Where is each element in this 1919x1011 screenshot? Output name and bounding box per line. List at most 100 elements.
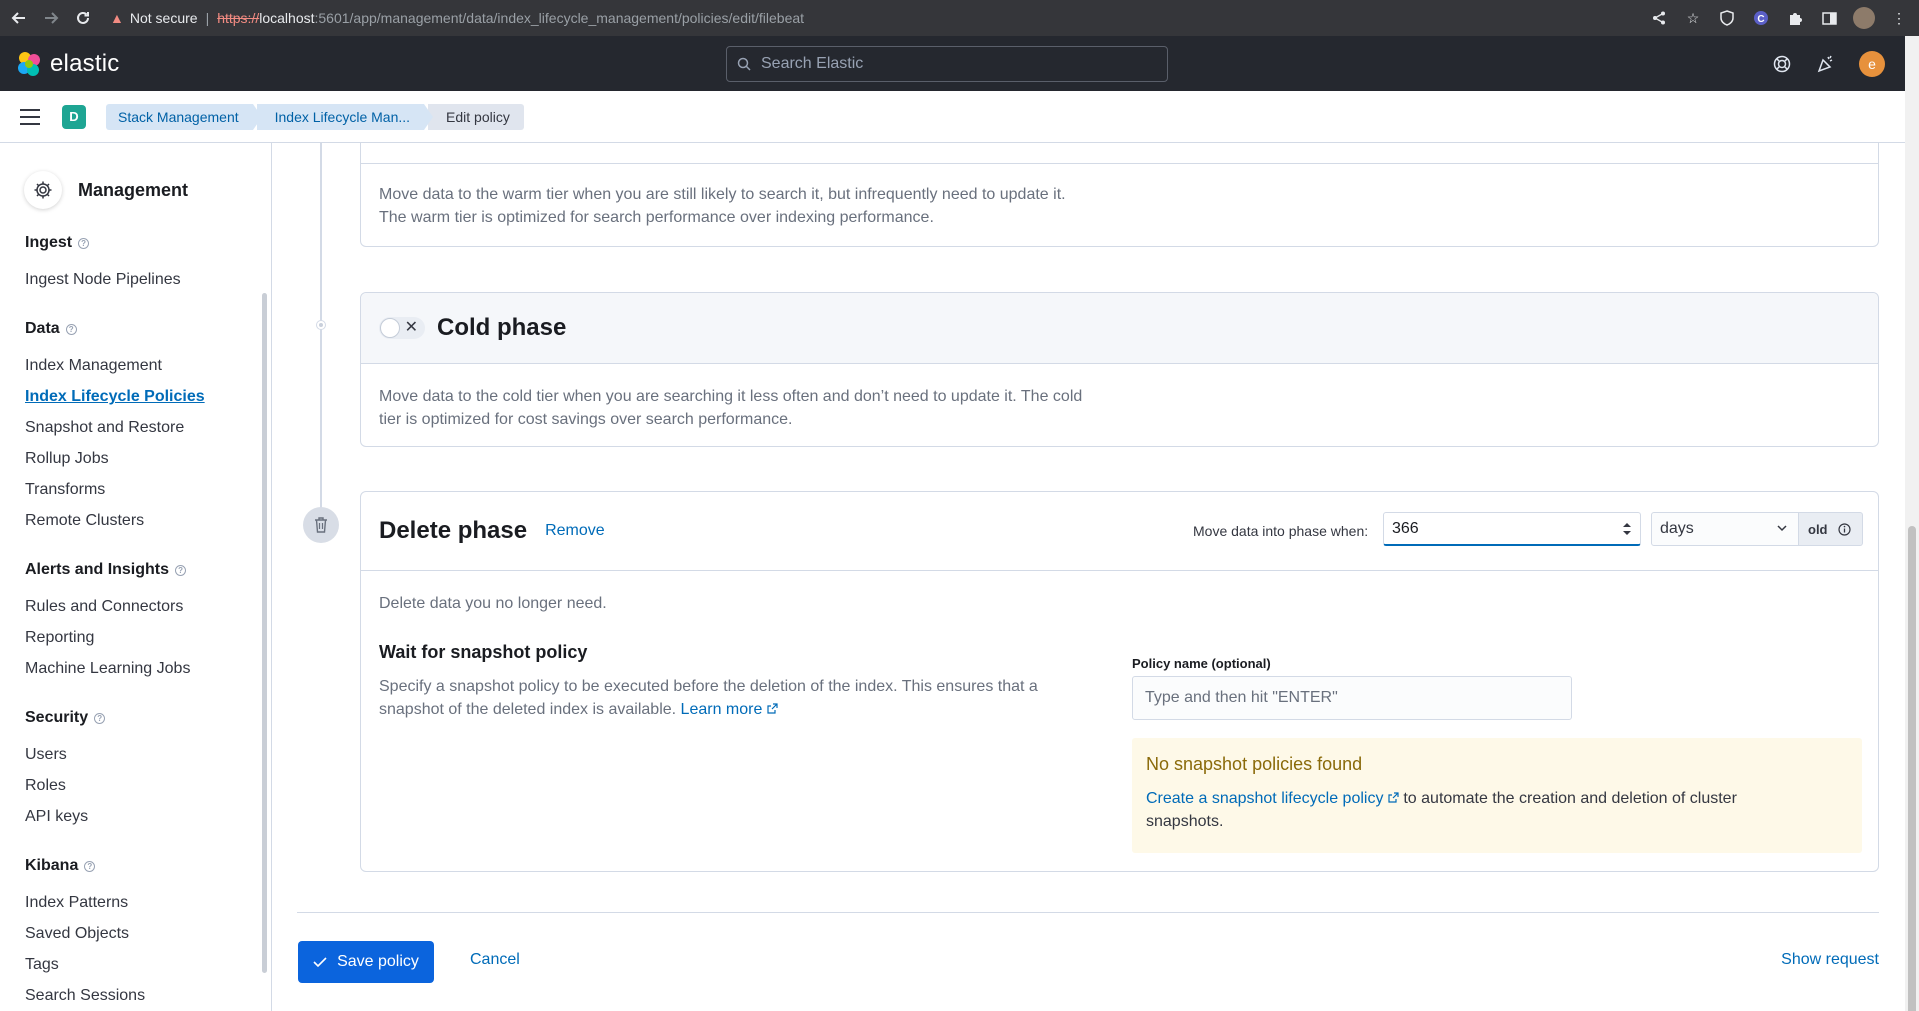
section-title-kibana: Kibana <box>25 857 79 874</box>
cold-phase-title: Cold phase <box>437 314 567 341</box>
global-search[interactable] <box>726 46 1168 82</box>
browser-profile-avatar[interactable] <box>1853 7 1875 29</box>
save-policy-button[interactable]: Save policy <box>298 941 434 983</box>
breadcrumb-stack-management[interactable]: Stack Management <box>106 103 262 130</box>
breadcrumb-bar: D Stack Management Index Lifecycle Man..… <box>0 91 1905 143</box>
search-input[interactable] <box>761 55 1141 73</box>
sidebar-scrollbar[interactable] <box>262 293 267 973</box>
wait-desc-line-2: snapshot of the deleted index is availab… <box>379 701 677 718</box>
unit-select-value: days <box>1660 520 1694 537</box>
elastic-logo-mark-icon <box>16 51 42 77</box>
callout-text: Create a snapshot lifecycle policy to au… <box>1146 787 1848 833</box>
address-bar[interactable]: ▲ Not secure | https:// localhost :5601/… <box>110 0 804 36</box>
sidebar-item-index-management[interactable]: Index Management <box>25 350 271 381</box>
url-scheme: https:// <box>217 10 260 26</box>
cold-phase-header: ✕ Cold phase <box>361 293 1878 364</box>
sidebar-section-alerts: Alerts and Insights? Rules and Connector… <box>25 560 271 684</box>
learn-more-link[interactable]: Learn more <box>681 701 778 718</box>
sidebar-item-saved-objects[interactable]: Saved Objects <box>25 918 271 949</box>
number-spinner-icon[interactable] <box>1622 521 1632 537</box>
warm-phase-panel: Move data to the warm tier when you are … <box>360 143 1879 247</box>
policy-name-label: Policy name (optional) <box>1132 656 1271 671</box>
user-avatar[interactable]: e <box>1859 50 1885 77</box>
back-arrow-icon[interactable] <box>6 5 32 31</box>
learn-more-label: Learn more <box>680 701 763 718</box>
breadcrumb-index-lifecycle[interactable]: Index Lifecycle Man... <box>256 103 434 130</box>
cold-phase-panel: ✕ Cold phase Move data to the cold tier … <box>360 292 1879 447</box>
shield-extension-icon[interactable] <box>1717 8 1737 28</box>
url-path: :5601/app/management/data/index_lifecycl… <box>314 10 805 26</box>
min-age-unit-select[interactable]: days <box>1651 512 1799 546</box>
forward-arrow-icon[interactable] <box>38 5 64 31</box>
toggle-knob <box>380 318 400 338</box>
cold-desc-line-2: tier is optimized for cost savings over … <box>379 411 793 428</box>
section-title-security: Security <box>25 709 89 726</box>
sidebar-item-snapshot-restore[interactable]: Snapshot and Restore <box>25 412 271 443</box>
page-scrollbar[interactable] <box>1905 36 1919 1011</box>
external-link-icon <box>767 703 778 714</box>
sidebar-item-index-patterns[interactable]: Index Patterns <box>25 887 271 918</box>
not-secure-label: Not secure <box>129 10 198 26</box>
timeline-line <box>320 143 322 523</box>
min-age-input[interactable] <box>1384 519 1604 538</box>
sidebar-item-reporting[interactable]: Reporting <box>25 622 271 653</box>
bookmark-star-icon[interactable]: ☆ <box>1683 8 1703 28</box>
newsfeed-cheer-icon[interactable] <box>1815 53 1837 75</box>
cold-desc-line-1: Move data to the cold tier when you are … <box>379 388 1083 405</box>
sidebar-title: Management <box>78 179 189 200</box>
warm-phase-description: Move data to the warm tier when you are … <box>379 183 1139 229</box>
warm-phase-header <box>361 143 1878 164</box>
help-icon: ? <box>175 564 187 576</box>
cold-phase-toggle[interactable]: ✕ <box>379 317 425 339</box>
reload-icon[interactable] <box>70 5 96 31</box>
share-icon[interactable] <box>1649 8 1669 28</box>
sidebar-item-index-lifecycle-policies[interactable]: Index Lifecycle Policies <box>25 381 271 412</box>
elastic-logo[interactable]: elastic <box>16 50 119 78</box>
sidebar-item-rollup-jobs[interactable]: Rollup Jobs <box>25 443 271 474</box>
old-append-label: old <box>1799 512 1863 546</box>
help-icon: ? <box>84 860 96 872</box>
help-icon: ? <box>78 237 90 249</box>
help-icon: ? <box>94 712 106 724</box>
space-avatar[interactable]: D <box>62 104 86 129</box>
sidebar-item-remote-clusters[interactable]: Remote Clusters <box>25 505 271 536</box>
old-label: old <box>1808 521 1828 537</box>
browser-toolbar: ▲ Not secure | https:// localhost :5601/… <box>0 0 1919 36</box>
search-icon <box>737 57 751 71</box>
policy-name-input[interactable] <box>1132 676 1572 720</box>
kebab-menu-icon[interactable]: ⋮ <box>1889 8 1909 28</box>
sidebar-item-transforms[interactable]: Transforms <box>25 474 271 505</box>
external-link-icon <box>1388 792 1399 803</box>
gear-icon <box>24 171 62 209</box>
cancel-button[interactable]: Cancel <box>470 951 520 969</box>
warning-triangle-icon: ▲ <box>110 10 124 26</box>
min-age-field[interactable] <box>1383 512 1641 546</box>
callout-title: No snapshot policies found <box>1146 754 1363 774</box>
callout-text-line-2: snapshots. <box>1146 813 1224 830</box>
page-scrollbar-thumb[interactable] <box>1908 526 1916 1011</box>
extension-c-icon[interactable]: C <box>1751 8 1771 28</box>
create-snapshot-policy-link[interactable]: Create a snapshot lifecycle policy <box>1146 790 1403 807</box>
sidebar-section-data: Data? Index Management Index Lifecycle P… <box>25 319 271 536</box>
remove-delete-phase-button[interactable]: Remove <box>545 522 605 540</box>
sidebar-item-ml-jobs[interactable]: Machine Learning Jobs <box>25 653 271 684</box>
wait-snapshot-title: Wait for snapshot policy <box>379 642 588 662</box>
sidebar-item-roles[interactable]: Roles <box>25 770 271 801</box>
sidebar-panel-icon[interactable] <box>1819 8 1839 28</box>
help-lifebuoy-icon[interactable] <box>1771 53 1793 75</box>
sidebar-item-ingest-node-pipelines[interactable]: Ingest Node Pipelines <box>25 264 271 295</box>
sidebar-item-search-sessions[interactable]: Search Sessions <box>25 980 271 1011</box>
section-title-ingest: Ingest <box>25 234 73 251</box>
puzzle-extensions-icon[interactable] <box>1785 8 1805 28</box>
sidebar-item-users[interactable]: Users <box>25 739 271 770</box>
trash-icon <box>303 507 339 543</box>
move-data-label: Move data into phase when: <box>1193 523 1369 539</box>
hamburger-menu-icon[interactable] <box>20 108 40 125</box>
check-icon <box>313 957 327 968</box>
sidebar-item-api-keys[interactable]: API keys <box>25 801 271 832</box>
sidebar-item-tags[interactable]: Tags <box>25 949 271 980</box>
sidebar-item-rules-connectors[interactable]: Rules and Connectors <box>25 591 271 622</box>
chevron-down-icon <box>1777 525 1787 532</box>
show-request-button[interactable]: Show request <box>1781 951 1879 969</box>
info-icon[interactable] <box>1837 522 1851 536</box>
